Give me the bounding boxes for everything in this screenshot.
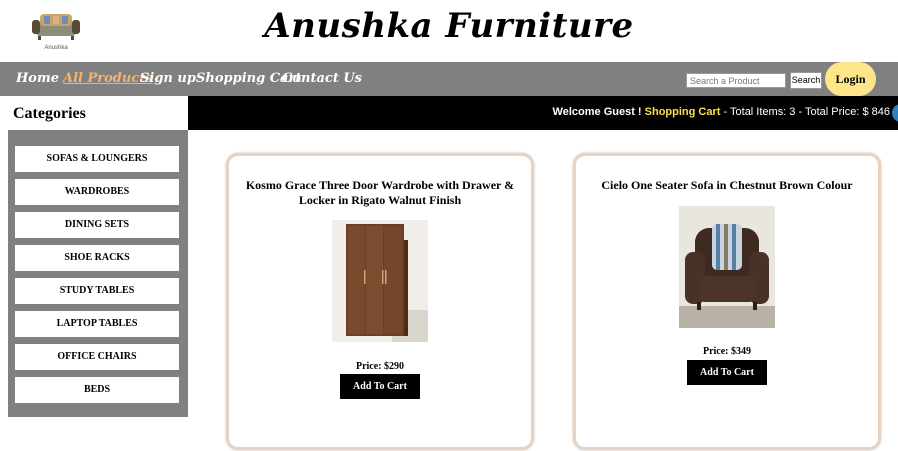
category-laptop-tables[interactable]: LAPTOP TABLES — [15, 311, 179, 337]
category-sofas-loungers[interactable]: SOFAS & LOUNGERS — [15, 146, 179, 172]
product-price: Price: $349 — [702, 346, 752, 357]
nav-sign-up[interactable]: Sign up — [140, 71, 196, 86]
add-to-cart-button[interactable]: Add To Cart — [687, 360, 767, 385]
category-office-chairs[interactable]: OFFICE CHAIRS — [15, 344, 179, 370]
category-study-tables[interactable]: STUDY TABLES — [15, 278, 179, 304]
product-image-sofa[interactable] — [679, 206, 775, 328]
welcome-text: Welcome Guest ! Shopping Cart - Total It… — [553, 106, 890, 118]
brand-title: Anushka Furniture — [264, 6, 634, 46]
cart-summary: - Total Items: 3 - Total Price: $ 846 — [720, 106, 890, 118]
product-image-wardrobe[interactable] — [332, 220, 428, 342]
search-input[interactable] — [686, 73, 786, 88]
categories-heading: Categories — [0, 96, 188, 130]
add-to-cart-button[interactable]: Add To Cart — [340, 374, 420, 399]
welcome-bar: Welcome Guest ! Shopping Cart - Total It… — [188, 96, 898, 130]
product-card: Cielo One Seater Sofa in Chestnut Brown … — [573, 153, 881, 450]
product-price: Price: $290 — [355, 361, 405, 372]
category-dining-sets[interactable]: DINING SETS — [15, 212, 179, 238]
nav-home[interactable]: Home — [16, 71, 59, 86]
product-title[interactable]: Cielo One Seater Sofa in Chestnut Brown … — [584, 178, 870, 193]
search-button[interactable]: Search — [790, 72, 822, 89]
welcome-cart-link[interactable]: Shopping Cart — [645, 106, 721, 118]
category-beds[interactable]: BEDS — [15, 377, 179, 403]
product-title[interactable]: Kosmo Grace Three Door Wardrobe with Dra… — [237, 178, 523, 208]
category-wardrobes[interactable]: WARDROBES — [15, 179, 179, 205]
site-header: Anushka Anushka Furniture — [0, 0, 898, 62]
category-shoe-racks[interactable]: SHOE RACKS — [15, 245, 179, 271]
nav-contact-us[interactable]: Contact Us — [282, 71, 362, 86]
login-button[interactable]: Login — [825, 62, 876, 96]
welcome-greeting: Welcome Guest ! — [552, 106, 645, 118]
category-sidebar: SOFAS & LOUNGERS WARDROBES DINING SETS S… — [8, 130, 188, 417]
product-card: Kosmo Grace Three Door Wardrobe with Dra… — [226, 153, 534, 450]
